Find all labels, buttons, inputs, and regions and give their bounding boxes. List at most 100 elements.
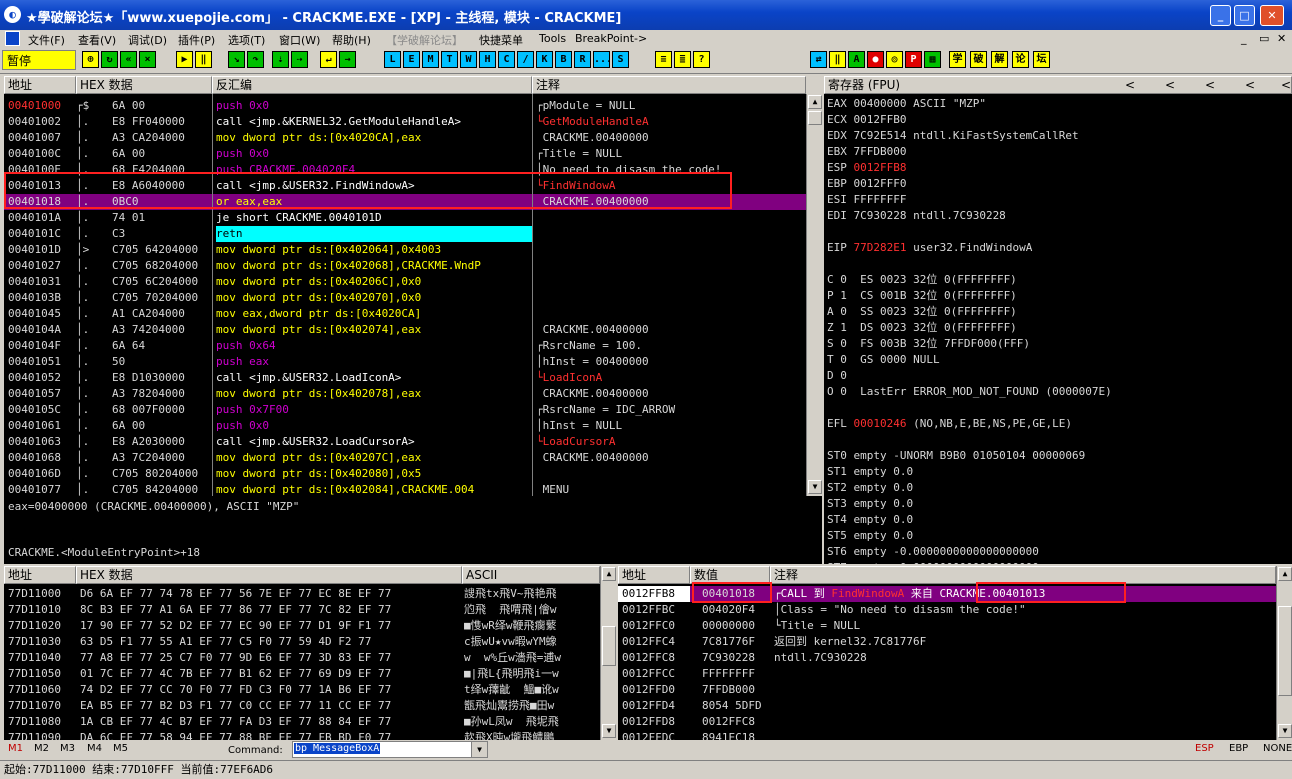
step-over-icon[interactable]: ↷ [247,51,264,68]
mdi-child-icon[interactable] [5,31,20,46]
register-line[interactable]: ST1 empty 0.0 [827,464,913,480]
tb-source-s[interactable]: S [612,51,629,68]
scroll-down-arrow[interactable]: ▼ [808,480,822,494]
disasm-row[interactable]: 00401002 │. E8 FF040000 call <jmp.&KERNEL32… [4,114,806,130]
stack-scroll-down[interactable]: ▼ [1278,724,1292,738]
step-into-icon[interactable]: ↘ [228,51,245,68]
menu-tools[interactable]: Tools [539,32,566,45]
xue-button[interactable]: 学 [949,51,966,68]
tb-patches-slash[interactable]: / [517,51,534,68]
cpu-scrollbar[interactable]: ▲ ▼ [806,94,822,496]
register-line[interactable]: EAX 00400000 ASCII "MZP" [827,96,986,112]
dump-header-address[interactable]: 地址 [4,566,76,584]
col-header-address[interactable]: 地址 [4,76,76,94]
plugin-record-icon[interactable]: ● [867,51,884,68]
col-header-disasm[interactable]: 反汇编 [212,76,532,94]
stack-row[interactable]: 0012FFD4 8054 5DFD [618,698,1276,714]
dump-row[interactable]: 77D11070 EA B5 EF 77 B2 D3 F1 77 C0 CC EF… [4,698,600,714]
disasm-row[interactable]: 0040105C │. 68 007F0000 push 0x7F00 ┌RsrcNam… [4,402,806,418]
follow-ebp[interactable]: EBP [1229,743,1248,754]
plugin-sync-icon[interactable]: ⇄ [810,51,827,68]
tab-m3[interactable]: M3 [60,743,75,754]
dump-row[interactable]: 77D11090 DA 6C EF 77 58 94 EF 77 88 BE EF… [4,730,600,740]
mdi-minimize-button[interactable]: _ [1241,32,1247,45]
dump-scrollbar[interactable]: ▲ ▼ [600,566,616,740]
trace-over-icon[interactable]: ⇢ [291,51,308,68]
reg-nav-2[interactable]: < [1165,77,1175,93]
rewind-icon[interactable]: « [120,51,137,68]
plugin-target-icon[interactable]: ◎ [886,51,903,68]
tb-handles-h[interactable]: H [479,51,496,68]
stack-scroll-thumb[interactable] [1278,606,1292,696]
close-button[interactable]: ✕ [1260,5,1284,26]
register-line[interactable]: C 0 ES 0023 32位 0(FFFFFFFF) [827,272,1017,288]
disasm-row[interactable]: 00401007 │. A3 CA204000 mov dword ptr ds:[0… [4,130,806,146]
register-line[interactable]: ST4 empty 0.0 [827,512,913,528]
register-line[interactable]: ESP 0012FFB8 [827,160,906,176]
register-line[interactable]: O 0 LastErr ERROR_MOD_NOT_FOUND (0000007… [827,384,1112,400]
dump-row[interactable]: 77D11060 74 D2 EF 77 CC 70 F0 77 FD C3 F0… [4,682,600,698]
stack-scroll-up[interactable]: ▲ [1278,567,1292,581]
tb-windows-w[interactable]: W [460,51,477,68]
scroll-thumb[interactable] [808,111,822,125]
tan-button[interactable]: 坛 [1033,51,1050,68]
stack-row[interactable]: 0012FFCC FFFFFFFF [618,666,1276,682]
register-line[interactable]: T 0 GS 0000 NULL [827,352,940,368]
scroll-up-arrow[interactable]: ▲ [808,95,822,109]
tb-modules-e[interactable]: E [403,51,420,68]
disasm-row[interactable]: 0040106D │. C705 80204000 mov dword ptr ds:… [4,466,806,482]
stack-scrollbar[interactable]: ▲ ▼ [1276,566,1292,740]
dump-row[interactable]: 77D11020 17 90 EF 77 52 D2 EF 77 EC 90 EF… [4,618,600,634]
disasm-row[interactable]: 00401077 │. C705 84204000 mov dword ptr ds:… [4,482,806,496]
disasm-row[interactable]: 0040101A │. 74 01 je short CRACKME.0040101D [4,210,806,226]
register-line[interactable]: Z 1 DS 0023 32位 0(FFFFFFFF) [827,320,1017,336]
stack-row[interactable]: 0012FFC8 7C930228 ntdll.7C930228 [618,650,1276,666]
disasm-row[interactable]: 0040100C │. 6A 00 push 0x0 ┌Title = NULL [4,146,806,162]
disasm-row[interactable]: 00401063 │. E8 A2030000 call <jmp.&USER32.L… [4,434,806,450]
menu-plugins[interactable]: 插件(P) [178,32,215,48]
reg-nav-3[interactable]: < [1205,77,1215,93]
register-line[interactable]: EDI 7C930228 ntdll.7C930228 [827,208,1006,224]
tb-runtrace-dots[interactable]: ... [593,51,612,68]
goto-icon[interactable]: → [339,51,356,68]
tb-cpu-c[interactable]: C [498,51,515,68]
options-list-icon[interactable]: ≣ [674,51,691,68]
register-line[interactable]: ST3 empty 0.0 [827,496,913,512]
register-line[interactable]: P 1 CS 001B 32位 0(FFFFFFFF) [827,288,1017,304]
pause-icon[interactable]: ‖ [195,51,212,68]
stack-header-address[interactable]: 地址 [618,566,690,584]
dump-row[interactable]: 77D11040 77 A8 EF 77 25 C7 F0 77 9D E6 EF… [4,650,600,666]
register-line[interactable]: ST5 empty 0.0 [827,528,913,544]
register-list[interactable]: EAX 00400000 ASCII "MZP" ECX 0012FFB0 EDX … [824,94,1292,564]
tab-m1[interactable]: M1 [8,743,23,754]
execute-till-return-icon[interactable]: ↵ [320,51,337,68]
register-line[interactable]: EIP 77D282E1 user32.FindWindowA [827,240,1032,256]
maximize-button[interactable]: □ [1234,5,1255,26]
mdi-close-button[interactable]: ✕ [1277,32,1286,45]
tb-memory-m[interactable]: M [422,51,439,68]
tab-m4[interactable]: M4 [87,743,102,754]
stack-row[interactable]: 0012FFD0 7FFDB000 [618,682,1276,698]
tab-m5[interactable]: M5 [113,743,128,754]
trace-into-icon[interactable]: ⇣ [272,51,289,68]
disasm-row[interactable]: 00401000 ┌$ 6A 00 push 0x0 ┌pModule = NULL [4,98,806,114]
dump-listing[interactable]: 77D11000 D6 6A EF 77 74 78 EF 77 56 7E EF… [4,584,600,740]
stop-icon[interactable]: × [139,51,156,68]
title-bar[interactable]: ◐ ★學破解论坛★「www.xuepojie.com」 - CRACKME.EX… [0,0,1292,30]
menu-options[interactable]: 选项(T) [228,32,265,48]
help-list-icon[interactable]: ? [693,51,710,68]
disasm-row[interactable]: 00401061 │. 6A 00 push 0x0 │hInst = NULL [4,418,806,434]
dump-scroll-up[interactable]: ▲ [602,567,616,581]
register-line[interactable]: EDX 7C92E514 ntdll.KiFastSystemCallRet [827,128,1079,144]
command-input[interactable]: bp MessageBoxA ▼ [292,741,488,758]
menu-help[interactable]: 帮助(H) [332,32,371,48]
register-line[interactable]: EBP 0012FFF0 [827,176,906,192]
disasm-row[interactable]: 00401031 │. C705 6C204000 mov dword ptr ds:… [4,274,806,290]
dump-row[interactable]: 77D11010 8C B3 EF 77 A1 6A EF 77 86 77 EF… [4,602,600,618]
menu-shortcut[interactable]: 快捷菜单 [479,32,523,48]
menu-window[interactable]: 窗口(W) [279,32,320,48]
register-line[interactable]: EFL 00010246 (NO,NB,E,BE,NS,PE,GE,LE) [827,416,1072,432]
registers-header[interactable]: 寄存器 (FPU) < < < < < [824,76,1292,94]
disasm-row[interactable]: 00401068 │. A3 7C204000 mov dword ptr ds:[0… [4,450,806,466]
po-button[interactable]: 破 [970,51,987,68]
